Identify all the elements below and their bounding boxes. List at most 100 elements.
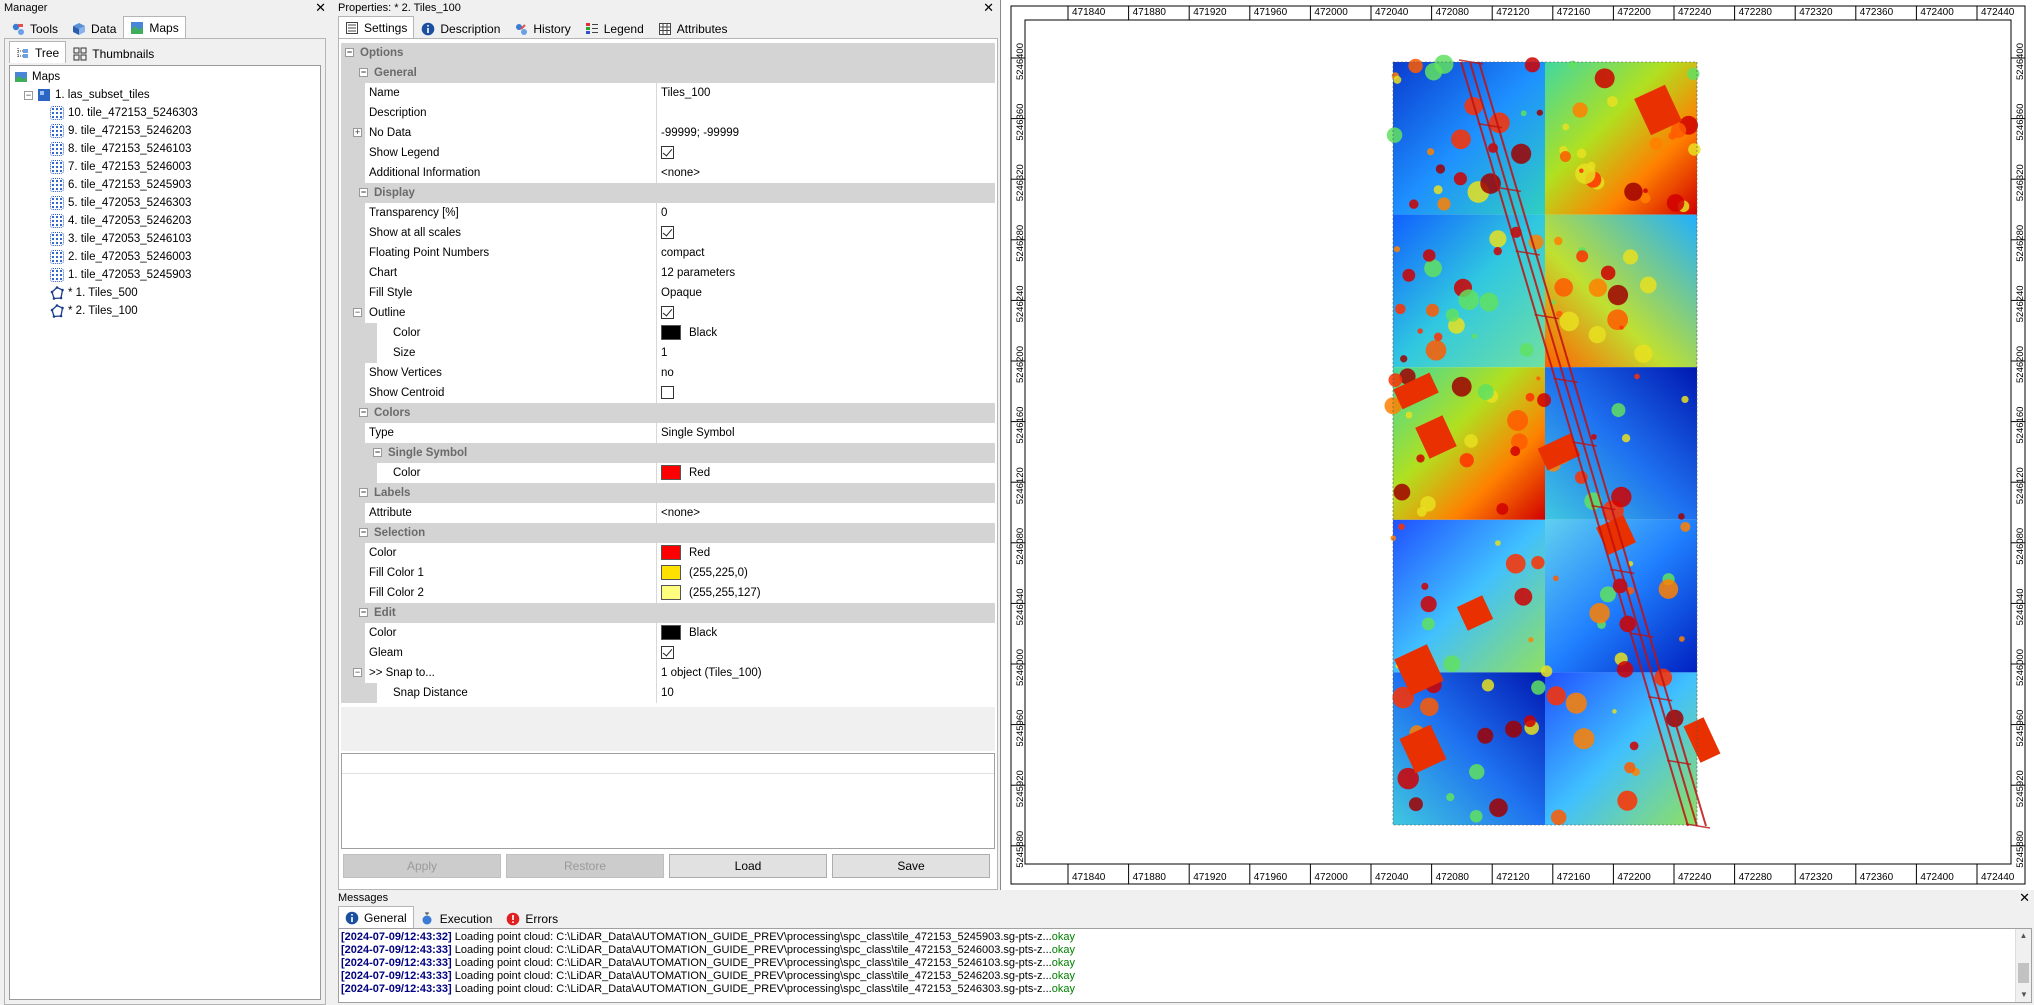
tree-layer-item[interactable]: 4. tile_472053_5246203 xyxy=(14,212,316,230)
tree-layer-item[interactable]: * 1. Tiles_500 xyxy=(14,284,316,302)
property-value[interactable] xyxy=(657,102,995,123)
property-row[interactable]: Gleam xyxy=(341,642,995,663)
collapse-icon[interactable]: − xyxy=(359,608,368,617)
tree-layer-item[interactable]: 6. tile_472153_5245903 xyxy=(14,176,316,194)
save-button[interactable]: Save xyxy=(832,854,990,878)
property-value[interactable] xyxy=(657,142,995,163)
property-category[interactable]: − Display xyxy=(341,183,995,203)
property-row[interactable]: − Outline xyxy=(341,302,995,323)
property-category[interactable]: − Options xyxy=(341,43,995,63)
property-row[interactable]: Description xyxy=(341,102,995,123)
property-value[interactable] xyxy=(657,642,995,663)
property-row[interactable]: Color Black xyxy=(341,322,995,343)
close-icon[interactable]: ✕ xyxy=(315,0,326,15)
property-row[interactable]: Floating Point Numbers compact xyxy=(341,242,995,263)
property-row[interactable]: Show Legend xyxy=(341,142,995,163)
tab-description[interactable]: Description xyxy=(414,18,507,38)
property-value[interactable]: <none> xyxy=(657,162,995,183)
color-swatch[interactable] xyxy=(661,545,681,560)
property-value[interactable]: Black xyxy=(657,322,995,343)
property-category[interactable]: − Single Symbol xyxy=(341,443,995,463)
map-view[interactable]: 471840 471840 471880 471880 471920 471920 4719… xyxy=(1000,0,2034,890)
tree-layer-item[interactable]: 9. tile_472153_5246203 xyxy=(14,122,316,140)
property-category[interactable]: − General xyxy=(341,63,995,83)
property-value[interactable]: (255,255,127) xyxy=(657,582,995,603)
tree-layer-item[interactable]: 7. tile_472153_5246003 xyxy=(14,158,316,176)
tree-layer-item[interactable]: 5. tile_472053_5246303 xyxy=(14,194,316,212)
property-value[interactable]: compact xyxy=(657,242,995,263)
restore-button[interactable]: Restore xyxy=(506,854,664,878)
property-checkbox[interactable] xyxy=(661,226,674,239)
collapse-icon[interactable]: − xyxy=(359,408,368,417)
tab-history[interactable]: History xyxy=(507,18,577,38)
property-value[interactable]: Tiles_100 xyxy=(657,82,995,103)
tab-tree[interactable]: Tree xyxy=(9,41,67,63)
property-row[interactable]: − >> Snap to... 1 object (Tiles_100) xyxy=(341,662,995,683)
property-row[interactable]: Show at all scales xyxy=(341,222,995,243)
tree-layer-item[interactable]: 8. tile_472153_5246103 xyxy=(14,140,316,158)
property-row[interactable]: Type Single Symbol xyxy=(341,422,995,443)
tab-errors[interactable]: Errors xyxy=(499,908,565,928)
collapse-icon[interactable]: − xyxy=(359,488,368,497)
collapse-icon[interactable]: − xyxy=(373,448,382,457)
property-category[interactable]: − Labels xyxy=(341,483,995,503)
tab-tools[interactable]: Tools xyxy=(4,18,65,38)
tree-layer-item[interactable]: 2. tile_472053_5246003 xyxy=(14,248,316,266)
property-value[interactable]: 1 xyxy=(657,342,995,363)
collapse-icon[interactable]: − xyxy=(353,668,362,677)
map-canvas[interactable]: 471840 471840 471880 471880 471920 471920 4719… xyxy=(1001,0,2034,890)
property-value[interactable]: 1 object (Tiles_100) xyxy=(657,662,995,683)
property-value[interactable] xyxy=(657,382,995,403)
property-value[interactable]: Red xyxy=(657,542,995,563)
collapse-icon[interactable]: − xyxy=(359,188,368,197)
close-icon[interactable]: ✕ xyxy=(983,0,994,15)
close-icon[interactable]: ✕ xyxy=(2019,890,2030,905)
color-swatch[interactable] xyxy=(661,565,681,580)
property-row[interactable]: Fill Color 2 (255,255,127) xyxy=(341,582,995,603)
property-row[interactable]: Fill Style Opaque xyxy=(341,282,995,303)
scroll-down-icon[interactable]: ▼ xyxy=(2016,988,2031,1002)
tree-layer-item[interactable]: 3. tile_472053_5246103 xyxy=(14,230,316,248)
property-row[interactable]: Name Tiles_100 xyxy=(341,82,995,103)
tree-root[interactable]: Maps xyxy=(14,68,316,86)
property-row[interactable]: Color Red xyxy=(341,462,995,483)
property-row[interactable]: Show Vertices no xyxy=(341,362,995,383)
property-value[interactable]: no xyxy=(657,362,995,383)
property-category[interactable]: − Edit xyxy=(341,603,995,623)
property-checkbox[interactable] xyxy=(661,386,674,399)
property-value[interactable]: Red xyxy=(657,462,995,483)
property-value[interactable]: Black xyxy=(657,622,995,643)
load-button[interactable]: Load xyxy=(669,854,827,878)
property-category[interactable]: − Selection xyxy=(341,523,995,543)
collapse-icon[interactable]: − xyxy=(359,68,368,77)
property-value[interactable]: 12 parameters xyxy=(657,262,995,283)
color-swatch[interactable] xyxy=(661,465,681,480)
property-row[interactable]: Show Centroid xyxy=(341,382,995,403)
tree-layer-item[interactable]: * 2. Tiles_100 xyxy=(14,302,316,320)
property-row[interactable]: Attribute <none> xyxy=(341,502,995,523)
property-value[interactable] xyxy=(657,222,995,243)
expand-icon[interactable]: + xyxy=(353,128,362,137)
tab-attributes[interactable]: Attributes xyxy=(651,18,735,38)
scroll-up-icon[interactable]: ▲ xyxy=(2016,929,2031,943)
tab-execution[interactable]: Execution xyxy=(414,908,500,928)
tab-maps[interactable]: Maps xyxy=(123,16,186,38)
color-swatch[interactable] xyxy=(661,325,681,340)
tab-general[interactable]: General xyxy=(338,906,414,928)
collapse-icon[interactable]: − xyxy=(24,90,33,100)
property-value[interactable]: 0 xyxy=(657,202,995,223)
log-scrollbar[interactable]: ▲ ▼ xyxy=(2015,929,2031,1002)
property-row[interactable]: Color Red xyxy=(341,542,995,563)
property-value[interactable] xyxy=(657,302,995,323)
color-swatch[interactable] xyxy=(661,585,681,600)
property-row[interactable]: Additional Information <none> xyxy=(341,162,995,183)
property-value[interactable]: Opaque xyxy=(657,282,995,303)
tree-layer-item[interactable]: 1. tile_472053_5245903 xyxy=(14,266,316,284)
tree-layer-item[interactable]: 10. tile_472153_5246303 xyxy=(14,104,316,122)
property-checkbox[interactable] xyxy=(661,306,674,319)
property-row[interactable]: Snap Distance 10 xyxy=(341,682,995,703)
property-value[interactable]: <none> xyxy=(657,502,995,523)
collapse-icon[interactable]: − xyxy=(359,528,368,537)
color-swatch[interactable] xyxy=(661,625,681,640)
property-row[interactable]: Fill Color 1 (255,225,0) xyxy=(341,562,995,583)
